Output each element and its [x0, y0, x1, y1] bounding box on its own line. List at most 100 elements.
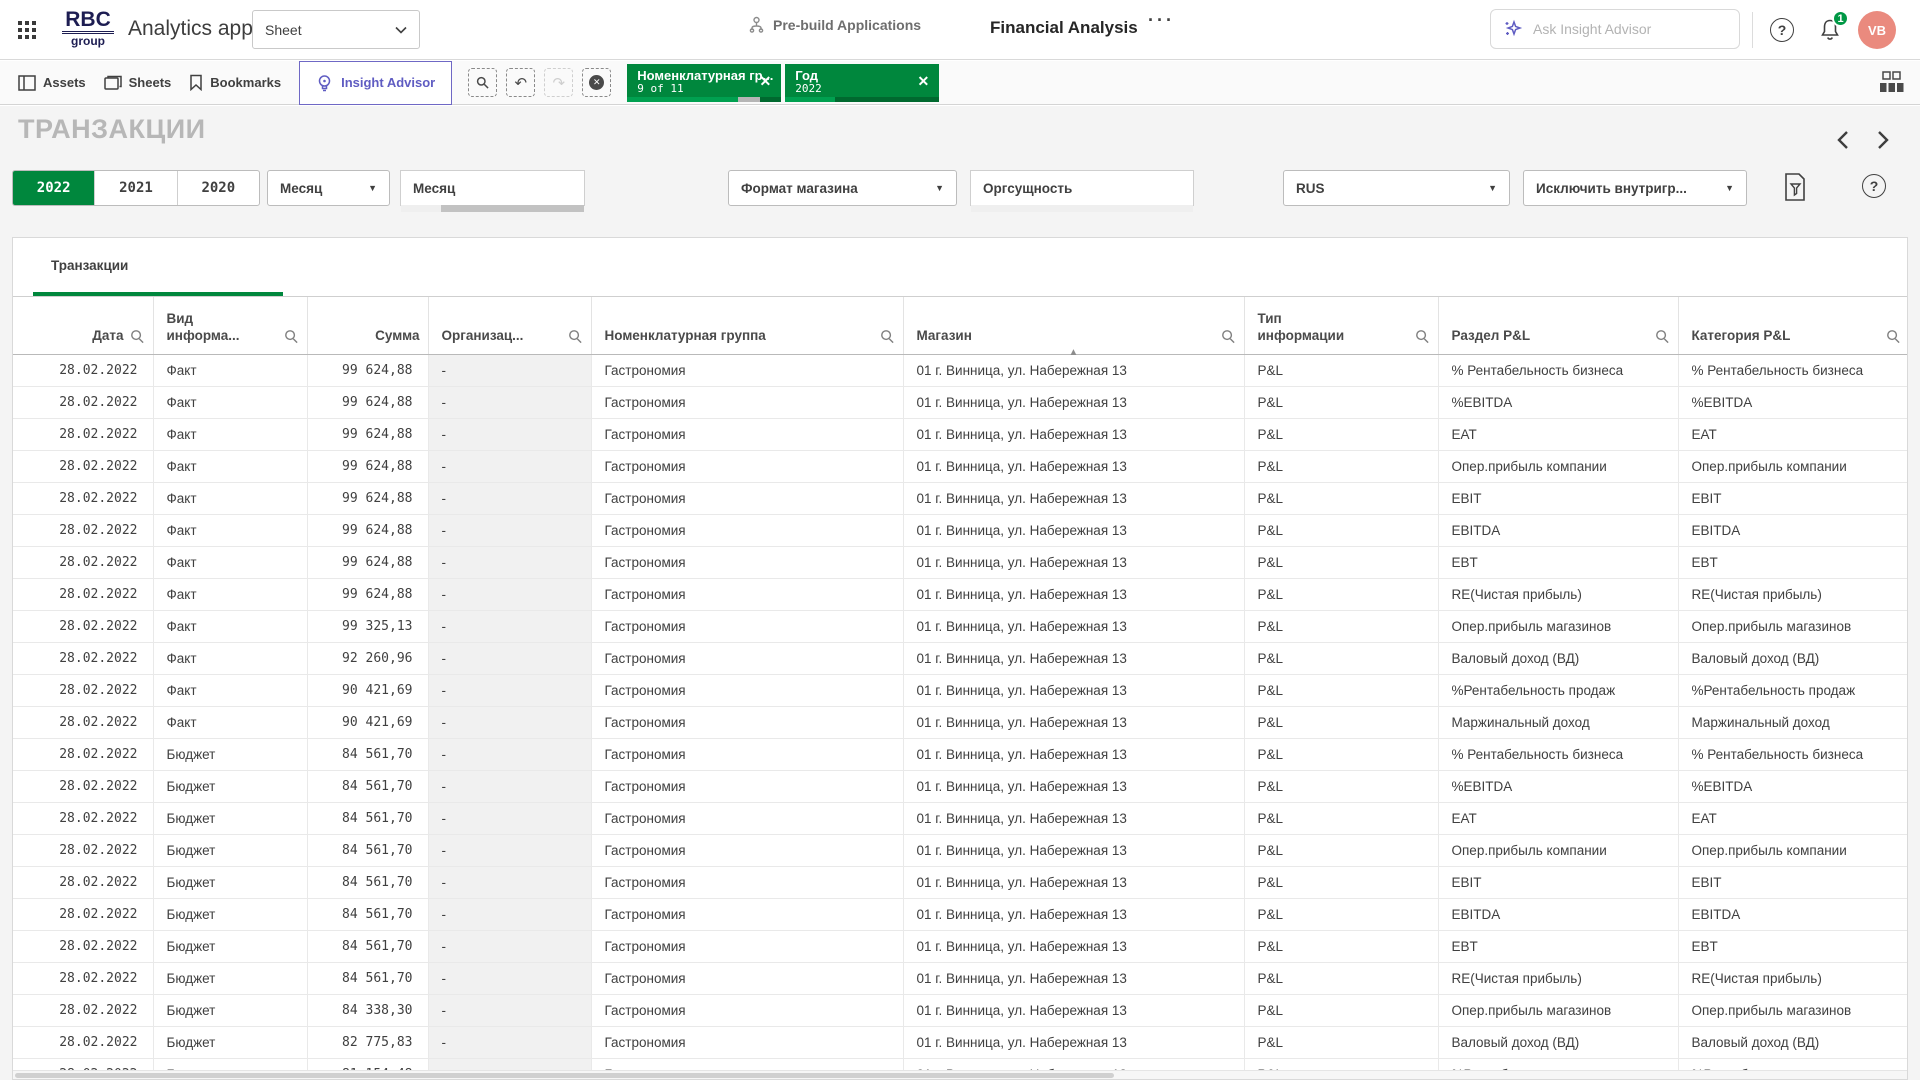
table-cell[interactable]: Маржинальный доход	[1678, 706, 1908, 738]
table-cell[interactable]: Гастрономия	[591, 834, 903, 866]
table-cell[interactable]: Маржинальный доход	[1438, 706, 1678, 738]
table-cell[interactable]: 82 775,83	[307, 1026, 428, 1058]
table-cell[interactable]: -	[428, 418, 591, 450]
column-header[interactable]: Магазин ▲	[903, 297, 1244, 354]
table-cell[interactable]: 28.02.2022	[13, 994, 153, 1026]
table-cell[interactable]: 01 г. Винница, ул. Набережная 13	[903, 834, 1244, 866]
search-icon[interactable]	[1221, 329, 1236, 344]
table-cell[interactable]: -	[428, 738, 591, 770]
table-row[interactable]: 28.02.2022Факт90 421,69-Гастрономия01 г.…	[13, 674, 1908, 706]
help-button[interactable]: ?	[1770, 18, 1794, 42]
table-cell[interactable]: P&L	[1244, 642, 1438, 674]
table-cell[interactable]: EAT	[1438, 802, 1678, 834]
table-cell[interactable]: Бюджет	[153, 994, 307, 1026]
table-cell[interactable]: -	[428, 802, 591, 834]
month-listbox[interactable]: Месяц	[400, 170, 585, 206]
year-button-2021[interactable]: 2021	[95, 171, 177, 205]
selection-chip-year[interactable]: Год 2022 ✕	[785, 64, 939, 102]
table-cell[interactable]: 01 г. Винница, ул. Набережная 13	[903, 578, 1244, 610]
table-cell[interactable]: 01 г. Винница, ул. Набережная 13	[903, 1026, 1244, 1058]
table-cell[interactable]: 01 г. Винница, ул. Набережная 13	[903, 866, 1244, 898]
table-cell[interactable]: 01 г. Винница, ул. Набережная 13	[903, 738, 1244, 770]
table-cell[interactable]: 28.02.2022	[13, 386, 153, 418]
table-cell[interactable]: 99 624,88	[307, 354, 428, 386]
table-cell[interactable]: 01 г. Винница, ул. Набережная 13	[903, 642, 1244, 674]
table-cell[interactable]: 28.02.2022	[13, 546, 153, 578]
table-cell[interactable]: Гастрономия	[591, 610, 903, 642]
org-entity-listbox[interactable]: Оргсущность	[970, 170, 1194, 206]
month-dropdown[interactable]: Месяц ▼	[267, 170, 390, 206]
table-cell[interactable]: Бюджет	[153, 962, 307, 994]
table-cell[interactable]: Гастрономия	[591, 642, 903, 674]
table-cell[interactable]: 84 561,70	[307, 738, 428, 770]
table-cell[interactable]: P&L	[1244, 898, 1438, 930]
listbox-scrollbar[interactable]	[401, 205, 584, 212]
close-icon[interactable]: ✕	[918, 73, 930, 90]
table-cell[interactable]: Факт	[153, 386, 307, 418]
table-cell[interactable]: 99 624,88	[307, 482, 428, 514]
table-cell[interactable]: Бюджет	[153, 898, 307, 930]
table-cell[interactable]: P&L	[1244, 578, 1438, 610]
sheet-selector-dropdown[interactable]: Sheet	[252, 10, 420, 49]
tab-transactions[interactable]: Транзакции	[51, 258, 128, 273]
table-cell[interactable]: P&L	[1244, 610, 1438, 642]
table-cell[interactable]: 28.02.2022	[13, 866, 153, 898]
table-cell[interactable]: 28.02.2022	[13, 834, 153, 866]
table-cell[interactable]: 01 г. Винница, ул. Набережная 13	[903, 354, 1244, 386]
table-cell[interactable]: P&L	[1244, 482, 1438, 514]
table-cell[interactable]: EBIT	[1678, 482, 1908, 514]
table-cell[interactable]: Гастрономия	[591, 930, 903, 962]
table-row[interactable]: 28.02.2022Факт90 421,69-Гастрономия01 г.…	[13, 706, 1908, 738]
table-cell[interactable]: P&L	[1244, 994, 1438, 1026]
table-row[interactable]: 28.02.2022Факт92 260,96-Гастрономия01 г.…	[13, 642, 1908, 674]
table-cell[interactable]: -	[428, 898, 591, 930]
table-cell[interactable]: 28.02.2022	[13, 930, 153, 962]
scrollbar-thumb[interactable]	[15, 1073, 1114, 1078]
table-cell[interactable]: 01 г. Винница, ул. Набережная 13	[903, 450, 1244, 482]
table-cell[interactable]: 92 260,96	[307, 642, 428, 674]
table-cell[interactable]: EBITDA	[1438, 514, 1678, 546]
table-cell[interactable]: 28.02.2022	[13, 802, 153, 834]
app-menu-ellipsis[interactable]: ···	[1148, 10, 1175, 31]
table-cell[interactable]: 28.02.2022	[13, 770, 153, 802]
table-row[interactable]: 28.02.2022Бюджет84 561,70-Гастрономия01 …	[13, 738, 1908, 770]
table-cell[interactable]: 84 561,70	[307, 866, 428, 898]
table-cell[interactable]: 28.02.2022	[13, 354, 153, 386]
table-row[interactable]: 28.02.2022Бюджет84 561,70-Гастрономия01 …	[13, 962, 1908, 994]
table-cell[interactable]: 99 624,88	[307, 546, 428, 578]
table-cell[interactable]: EAT	[1678, 418, 1908, 450]
table-cell[interactable]: Бюджет	[153, 866, 307, 898]
table-cell[interactable]: -	[428, 610, 591, 642]
assets-button[interactable]: Assets	[18, 75, 86, 91]
table-cell[interactable]: -	[428, 546, 591, 578]
undo-selection-button[interactable]: ↶	[506, 68, 535, 97]
table-cell[interactable]: P&L	[1244, 386, 1438, 418]
table-cell[interactable]: 28.02.2022	[13, 482, 153, 514]
table-cell[interactable]: EBIT	[1438, 866, 1678, 898]
table-cell[interactable]: Опер.прибыль компании	[1438, 450, 1678, 482]
table-cell[interactable]: %Рентабельность продаж	[1678, 674, 1908, 706]
table-cell[interactable]: Факт	[153, 610, 307, 642]
currency-dropdown[interactable]: RUS ▼	[1283, 170, 1510, 206]
table-cell[interactable]: %EBITDA	[1438, 770, 1678, 802]
table-cell[interactable]: %EBITDA	[1438, 386, 1678, 418]
table-cell[interactable]: 28.02.2022	[13, 610, 153, 642]
search-icon[interactable]	[130, 329, 145, 344]
table-cell[interactable]: 84 561,70	[307, 962, 428, 994]
table-cell[interactable]: P&L	[1244, 866, 1438, 898]
table-cell[interactable]: -	[428, 450, 591, 482]
table-cell[interactable]: Бюджет	[153, 1026, 307, 1058]
table-row[interactable]: 28.02.2022Факт99 325,13-Гастрономия01 г.…	[13, 610, 1908, 642]
table-cell[interactable]: 01 г. Винница, ул. Набережная 13	[903, 962, 1244, 994]
table-cell[interactable]: 28.02.2022	[13, 578, 153, 610]
table-row[interactable]: 28.02.2022Бюджет84 561,70-Гастрономия01 …	[13, 866, 1908, 898]
table-cell[interactable]: 28.02.2022	[13, 1026, 153, 1058]
table-cell[interactable]: Бюджет	[153, 738, 307, 770]
table-cell[interactable]: P&L	[1244, 834, 1438, 866]
table-cell[interactable]: Бюджет	[153, 802, 307, 834]
table-row[interactable]: 28.02.2022Факт99 624,88-Гастрономия01 г.…	[13, 354, 1908, 386]
table-cell[interactable]: -	[428, 1026, 591, 1058]
table-cell[interactable]: 28.02.2022	[13, 962, 153, 994]
column-header[interactable]: Сумма	[307, 297, 428, 354]
table-cell[interactable]: P&L	[1244, 546, 1438, 578]
